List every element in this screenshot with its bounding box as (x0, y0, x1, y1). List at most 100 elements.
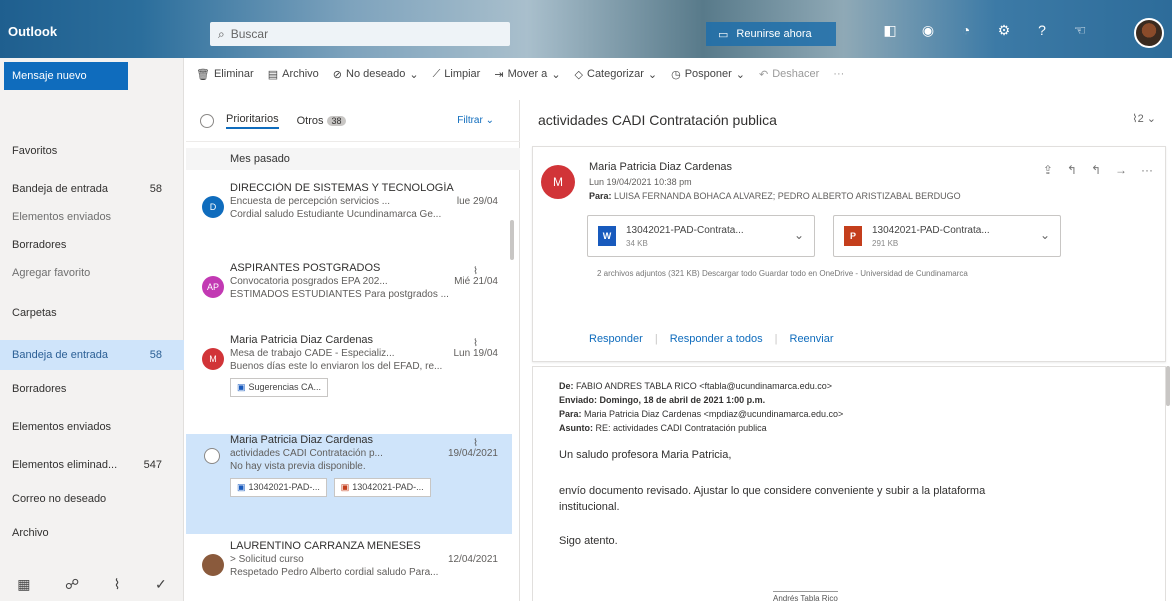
fav-item-label: Borradores (12, 239, 67, 251)
folder-item-junk[interactable]: Correo no deseado (0, 484, 184, 514)
app-switcher: ▦ ☍ ⌇ ✓ (0, 576, 184, 593)
quoted-to-value: Maria Patricia Diaz Cardenas <mpdiaz@ucu… (584, 409, 844, 419)
tab-focused[interactable]: Prioritarios (226, 113, 279, 129)
to-label: Para: (589, 191, 612, 201)
reply-button[interactable]: Responder (589, 333, 643, 345)
folder-item-label: Elementos eliminad... (12, 459, 118, 471)
people-icon[interactable]: ☍ (65, 576, 79, 593)
filter-label: Filtrar (457, 115, 483, 126)
todo-icon[interactable]: ✓ (155, 576, 167, 593)
calendar-icon[interactable]: ▦ (17, 576, 30, 593)
attachments-info[interactable]: 2 archivos adjuntos (321 KB) Descargar t… (597, 269, 968, 278)
forward-button[interactable]: Reenviar (790, 333, 834, 345)
categorize-button[interactable]: ◇ Categorizar ⌄ (575, 68, 658, 81)
more-button[interactable]: ··· (833, 68, 844, 80)
fav-item-sent[interactable]: Elementos enviados (0, 202, 184, 232)
reply-all-icon[interactable]: ↰ (1091, 163, 1101, 177)
new-message-button[interactable]: Mensaje nuevo (4, 62, 128, 90)
favorites-header[interactable]: Favoritos (0, 136, 184, 166)
list-scrollbar[interactable] (510, 220, 514, 260)
filter-button[interactable]: Filtrar ⌄ (457, 115, 494, 126)
avatar[interactable] (1134, 18, 1164, 48)
chevron-down-icon: ⌄ (735, 68, 745, 81)
command-bar: 🗑 Eliminar ▤ Archivo ⊘ No deseado ⌄ ⟋ Limpiar… (184, 58, 1172, 90)
folder-item-drafts[interactable]: Borradores (0, 374, 184, 404)
add-favorite-link[interactable]: Agregar favorito (0, 258, 184, 288)
message-subject-row: Mesa de trabajo CADE - Especializ... Lun … (230, 348, 512, 359)
quoted-sent-label: Enviado: (559, 395, 598, 405)
message-subject: Convocatoria posgrados EPA 202... (230, 276, 388, 287)
junk-button[interactable]: ⊘ No deseado ⌄ (333, 68, 419, 81)
message-preview: ESTIMADOS ESTUDIANTES Para postgrados ..… (230, 289, 449, 300)
gear-icon[interactable]: ⚙ (994, 22, 1014, 39)
help-icon[interactable]: ? (1032, 22, 1052, 39)
chevron-down-icon: ⌄ (409, 68, 419, 81)
fav-item-inbox[interactable]: Bandeja de entrada 58 (0, 174, 184, 204)
select-radio[interactable] (204, 448, 220, 464)
video-icon: ▭ (718, 28, 729, 41)
attachment-card[interactable]: W 13042021-PAD-Contrata... 34 KB ⌄ (587, 215, 815, 257)
reply-all-button[interactable]: Responder a todos (670, 333, 763, 345)
undo-button[interactable]: ↶ Deshacer (759, 68, 819, 81)
bell-icon[interactable]: ◔ (956, 22, 976, 39)
snooze-button[interactable]: ◷ Posponer ⌄ (671, 68, 745, 81)
tag-icon: ◇ (574, 68, 583, 81)
meet-now-button[interactable]: ▭ Reunirse ahora (706, 22, 836, 46)
thread-count-value: 2 (1137, 113, 1144, 125)
avatar: M (202, 348, 224, 370)
attachment-text: 13042021-PAD-Contrata... 291 KB (872, 225, 990, 248)
fav-item-drafts[interactable]: Borradores (0, 230, 184, 260)
folders-header[interactable]: Carpetas (0, 298, 184, 328)
forward-icon[interactable]: → (1115, 163, 1127, 177)
skype-icon[interactable]: ◉ (918, 22, 938, 39)
list-item[interactable]: M ⌇ Maria Patricia Diaz Cardenas Mesa de… (186, 334, 512, 428)
chevron-down-icon[interactable]: ⌄ (1040, 228, 1050, 242)
folder-item-inbox[interactable]: Bandeja de entrada 58 (0, 340, 184, 370)
message-sender: Maria Patricia Diaz Cardenas (230, 334, 374, 346)
list-item[interactable]: LAURENTINO CARRANZA MENESES > Solicitud … (186, 540, 512, 601)
share-icon[interactable]: ⇪ (1043, 163, 1053, 177)
message-subject-row: Encuesta de percepción servicios ... lue … (230, 196, 512, 207)
search-input[interactable]: ⌕ Buscar (210, 22, 510, 46)
sender-avatar[interactable]: M (541, 165, 575, 199)
sender-name[interactable]: Maria Patricia Diaz Cardenas (589, 161, 732, 173)
attachment-icon[interactable]: ⌇ (114, 576, 121, 593)
attachment-card[interactable]: P 13042021-PAD-Contrata... 291 KB ⌄ (833, 215, 1061, 257)
message-subject: Encuesta de percepción servicios ... (230, 196, 391, 207)
more-icon[interactable]: ··· (1141, 163, 1153, 177)
thread-count[interactable]: ⌇2 ⌄ (1132, 112, 1156, 125)
word-icon: ▣ (237, 382, 246, 392)
select-all-checkbox[interactable] (200, 113, 214, 128)
folder-item-deleted[interactable]: Elementos eliminad... 547 (0, 450, 184, 480)
list-item[interactable]: AP ⌇ ASPIRANTES POSTGRADOS Convocatoria … (186, 262, 512, 324)
attachment-chip[interactable]: ▣ Sugerencias CA... (230, 378, 329, 397)
attachment-name: 13042021-PAD-... (352, 482, 424, 492)
archive-button[interactable]: ▤ Archivo (268, 68, 319, 81)
folder-item-archive[interactable]: Archivo (0, 518, 184, 548)
folder-item-label: Correo no deseado (12, 493, 107, 505)
message-date: Mié 21/04 (454, 276, 498, 287)
app-name[interactable]: Outlook (8, 24, 57, 39)
attachment-size: 34 KB (626, 238, 648, 248)
attachment-chip[interactable]: ▣ 13042021-PAD-... (333, 478, 431, 497)
feedback-icon[interactable]: ☜ (1070, 22, 1090, 39)
quoted-subject: Asunto: RE: actividades CADI Contratació… (559, 423, 767, 433)
folder-item-label: Elementos enviados (12, 421, 112, 433)
list-item-selected[interactable]: ⌇ Maria Patricia Diaz Cardenas actividad… (186, 434, 512, 534)
archive-icon: ▤ (267, 68, 279, 81)
move-to-button[interactable]: ⇥ Mover a ⌄ (494, 68, 560, 81)
tab-other[interactable]: Otros 38 (297, 115, 346, 127)
folder-item-sent[interactable]: Elementos enviados (0, 412, 184, 442)
attachment-text: 13042021-PAD-Contrata... 34 KB (626, 225, 744, 248)
reading-scrollbar[interactable] (1166, 366, 1170, 406)
chevron-down-icon[interactable]: ⌄ (794, 228, 804, 242)
quoted-to-label: Para: (559, 409, 582, 419)
message-date: lue 29/04 (456, 196, 498, 207)
junk-label: No deseado (346, 68, 406, 80)
attachment-chip[interactable]: ▣ 13042021-PAD-... (230, 478, 327, 497)
list-item[interactable]: D DIRECCIÓN DE SISTEMAS Y TECNOLOGÍA Enc… (186, 182, 512, 244)
teams-icon[interactable]: ◧ (880, 22, 900, 39)
reply-icon[interactable]: ↰ (1067, 163, 1077, 177)
sweep-button[interactable]: ⟋ Limpiar (433, 68, 481, 81)
delete-button[interactable]: 🗑 Eliminar (196, 68, 254, 81)
